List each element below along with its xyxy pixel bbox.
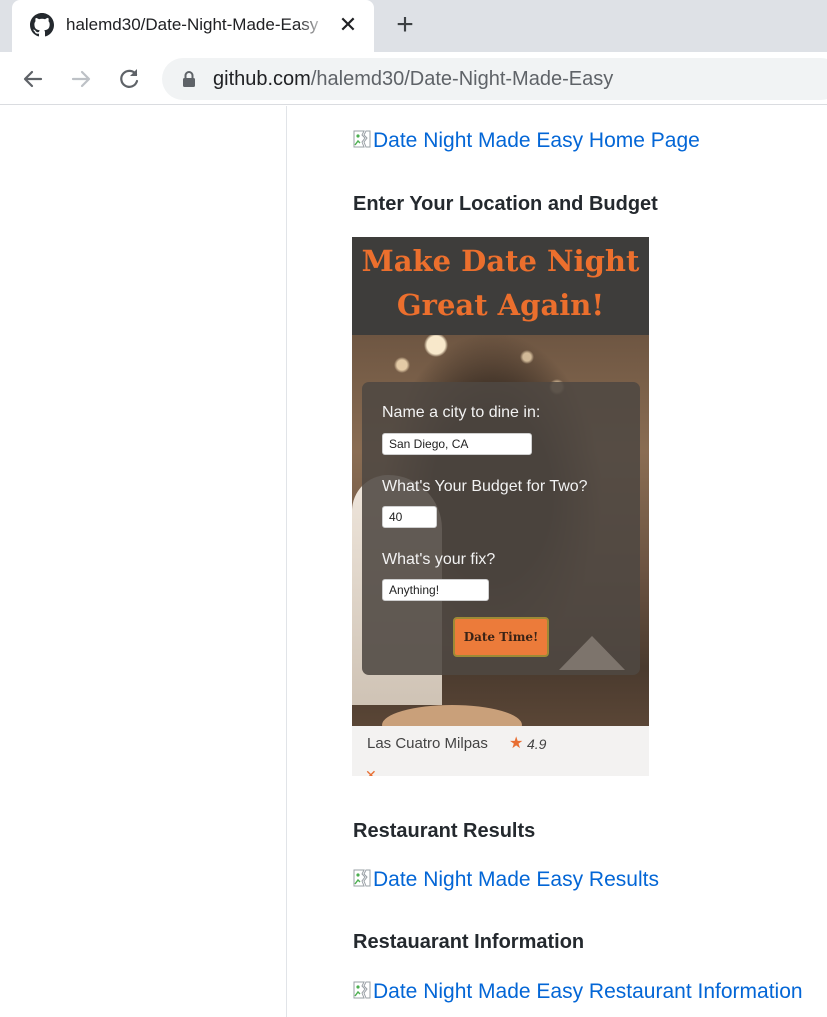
result-cut-off-icon: ✕ (365, 767, 377, 776)
forward-arrow-icon[interactable] (66, 64, 96, 94)
active-tab[interactable]: halemd30/Date-Night-Made-Easy ✕ (12, 0, 374, 52)
back-arrow-icon[interactable] (18, 64, 48, 94)
tab-title: halemd30/Date-Night-Made-Easy (66, 13, 328, 37)
heading-restaurant-results: Restaurant Results (353, 820, 536, 842)
date-time-button: Date Time! (453, 617, 549, 657)
app-title-line2: Great Again! (396, 288, 605, 322)
sidebar-divider (286, 106, 287, 1017)
home-page-image-alt: Date Night Made Easy Home Page (373, 129, 700, 152)
heading-restaurant-information: Restauarant Information (353, 931, 585, 953)
url-text: github.com/halemd30/Date-Night-Made-Easy (213, 67, 613, 91)
tab-strip: halemd30/Date-Night-Made-Easy ✕ + (0, 0, 827, 52)
results-image-link[interactable]: Date Night Made Easy Results (352, 867, 659, 893)
app-title-line1: Make Date Night (361, 244, 640, 278)
results-image-alt: Date Night Made Easy Results (373, 868, 659, 891)
broken-image-icon (353, 981, 371, 999)
restaurant-name: Las Cuatro Milpas (367, 735, 488, 752)
github-icon (30, 13, 54, 37)
close-icon[interactable]: ✕ (337, 14, 359, 36)
city-input: San Diego, CA (382, 433, 532, 455)
city-label: Name a city to dine in: (382, 404, 541, 421)
information-image-link[interactable]: Date Night Made Easy Restaurant Informat… (352, 979, 803, 1005)
restaurant-rating: 4.9 (527, 736, 547, 752)
budget-input: 40 (382, 506, 437, 528)
fix-input: Anything! (382, 579, 489, 601)
address-bar[interactable]: github.com/halemd30/Date-Night-Made-Easy (162, 58, 827, 100)
lock-icon[interactable] (180, 70, 198, 88)
information-image-alt: Date Night Made Easy Restaurant Informat… (373, 980, 803, 1003)
decorative-triangle (559, 636, 625, 670)
reload-icon[interactable] (114, 64, 144, 94)
url-host: github.com (213, 68, 311, 90)
plus-icon[interactable]: + (392, 10, 418, 40)
budget-label: What's Your Budget for Two? (382, 478, 588, 495)
home-page-image-link[interactable]: Date Night Made Easy Home Page (352, 128, 700, 154)
broken-image-icon (353, 130, 371, 148)
broken-image-icon (353, 869, 371, 887)
restaurant-result-row: Las Cuatro Milpas ★ 4.9 ✕ (352, 726, 649, 776)
star-icon: ★ (509, 735, 524, 752)
url-path: /halemd30/Date-Night-Made-Easy (310, 68, 614, 90)
fix-label: What's your fix? (382, 551, 496, 568)
app-preview-image: Make Date Night Great Again! Name a city… (352, 237, 649, 776)
heading-location-budget: Enter Your Location and Budget (353, 193, 658, 215)
browser-toolbar: github.com/halemd30/Date-Night-Made-Easy (0, 52, 827, 105)
app-header: Make Date Night Great Again! (352, 237, 649, 335)
app-search-form: Name a city to dine in: San Diego, CA Wh… (362, 382, 640, 675)
